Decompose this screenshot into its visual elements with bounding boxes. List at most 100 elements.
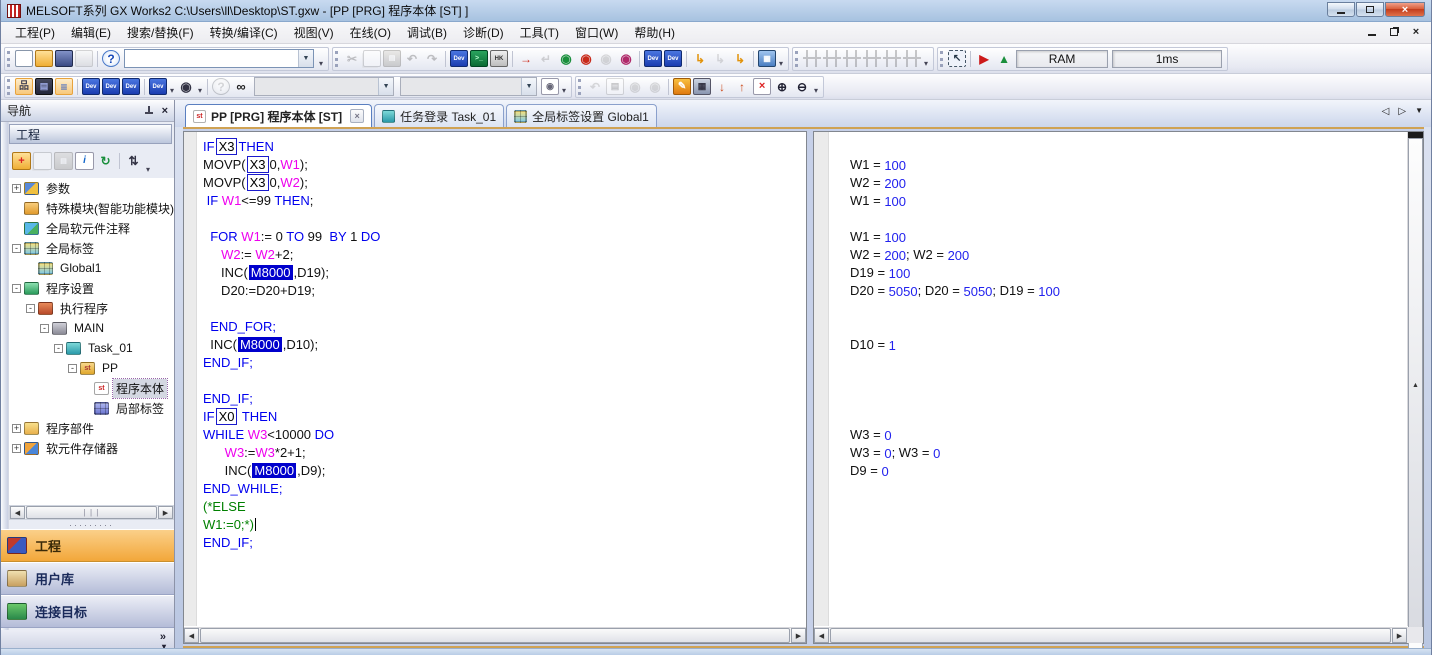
chevron-icon[interactable]: »: [160, 633, 166, 642]
tree-item-[interactable]: +程序部件: [9, 418, 174, 438]
tree-item-PP[interactable]: -stPP: [9, 358, 174, 378]
tab-Global1[interactable]: 全局标签设置 Global1: [506, 104, 657, 127]
scroll-thumb[interactable]: [200, 628, 790, 643]
toolbar-overflow-icon[interactable]: ▾: [814, 86, 818, 97]
tree-item-[interactable]: -执行程序: [9, 298, 174, 318]
menu-item-E[interactable]: 编辑(E): [63, 23, 119, 43]
monitor-stop-icon[interactable]: ◉: [577, 50, 595, 67]
dropdown-caret-icon[interactable]: ▾: [146, 165, 150, 176]
device-display-mode-icon[interactable]: Dev: [149, 78, 167, 95]
hardware-config-icon[interactable]: HK: [490, 50, 508, 67]
refresh-icon[interactable]: ↻: [96, 152, 115, 170]
tree-item-[interactable]: st程序本体: [9, 378, 174, 398]
stop-icon[interactable]: ▲: [995, 50, 1013, 67]
menu-item-H[interactable]: 帮助(H): [626, 23, 683, 43]
bookmark-icon[interactable]: ✎: [673, 78, 691, 95]
dropdown-caret-icon[interactable]: ▾: [170, 86, 174, 97]
scroll-right-icon[interactable]: ▶: [791, 628, 806, 643]
tree-expand-icon[interactable]: +: [12, 184, 21, 193]
menu-item-T[interactable]: 工具(T): [512, 23, 567, 43]
tree-expand-icon[interactable]: -: [40, 324, 49, 333]
restore-button[interactable]: [1356, 2, 1384, 17]
panel-splitter[interactable]: ·········: [9, 521, 174, 529]
tab-next-icon[interactable]: ▷: [1398, 106, 1406, 117]
scroll-up-icon[interactable]: ▲: [1408, 138, 1423, 632]
menu-item-D[interactable]: 诊断(D): [455, 23, 512, 43]
find-range-combo[interactable]: ▼: [400, 77, 537, 96]
scroll-thumb[interactable]: | | |: [26, 506, 157, 519]
menu-item-P[interactable]: 工程(P): [7, 23, 63, 43]
st-code-editor[interactable]: IFX3THENMOVP(X30,W1);MOVP(X30,W2); IF W1…: [198, 132, 806, 626]
combo-arrow-icon[interactable]: ▼: [521, 78, 536, 95]
pin-icon[interactable]: [144, 106, 154, 116]
toolbar-drag-handle[interactable]: [578, 79, 582, 95]
device-display-icon[interactable]: Dev: [644, 50, 662, 67]
tree-item-[interactable]: -全局标签: [9, 238, 174, 258]
minimize-button[interactable]: [1327, 2, 1355, 17]
sort-icon[interactable]: ⇅: [124, 152, 143, 170]
tree-item-[interactable]: +软元件存储器: [9, 438, 174, 458]
tree-expand-icon[interactable]: -: [12, 284, 21, 293]
mdi-restore-button[interactable]: [1387, 25, 1401, 38]
device-find-icon[interactable]: Dev: [82, 78, 100, 95]
toolbar-overflow-icon[interactable]: ▾: [779, 59, 783, 70]
toolbar-overflow-icon[interactable]: ▾: [319, 59, 323, 70]
mdi-close-button[interactable]: ×: [1409, 25, 1423, 38]
tree-item-MAIN[interactable]: -MAIN: [9, 318, 174, 338]
toolbar-drag-handle[interactable]: [7, 51, 11, 67]
combo-arrow-icon[interactable]: ▼: [298, 50, 313, 67]
tree-expand-icon[interactable]: +: [12, 424, 21, 433]
zoom-out-icon[interactable]: ⊖: [793, 78, 811, 95]
navigation-close-icon[interactable]: ×: [162, 105, 168, 117]
dock-button-用户库[interactable]: 用户库: [1, 562, 174, 595]
scroll-left-icon[interactable]: ◀: [184, 628, 199, 643]
menu-item-F[interactable]: 搜索/替换(F): [119, 23, 202, 43]
toolbar-overflow-icon[interactable]: ▾: [924, 59, 928, 70]
write-to-plc-icon[interactable]: →: [517, 50, 535, 67]
run-icon[interactable]: ▶: [975, 50, 993, 67]
tab-prev-icon[interactable]: ◁: [1382, 106, 1390, 117]
monitor-hscrollbar[interactable]: ◀ ▶: [814, 627, 1407, 643]
toolbar-drag-handle[interactable]: [795, 51, 799, 67]
tree-item-[interactable]: 全局软元件注释: [9, 218, 174, 238]
bookmark-next-icon[interactable]: ↓: [713, 78, 731, 95]
navigation-window-icon[interactable]: 品: [15, 78, 33, 95]
scroll-right-icon[interactable]: ▶: [158, 506, 173, 519]
output-window-icon[interactable]: ≡: [55, 78, 73, 95]
new-project-icon[interactable]: [15, 50, 33, 67]
menu-item-O[interactable]: 在线(O): [342, 23, 399, 43]
device-comment-icon[interactable]: Dev: [450, 50, 468, 67]
scroll-left-icon[interactable]: ◀: [814, 628, 829, 643]
navigation-hscrollbar[interactable]: ◀ | | | ▶: [9, 505, 174, 520]
device-search-icon[interactable]: ◉: [177, 78, 195, 95]
dock-button-工程[interactable]: 工程: [1, 529, 174, 562]
scroll-right-icon[interactable]: ▶: [1392, 628, 1407, 643]
tree-expand-icon[interactable]: +: [12, 444, 21, 453]
save-project-icon[interactable]: [55, 50, 73, 67]
tree-expand-icon[interactable]: -: [68, 364, 77, 373]
tree-item-[interactable]: -程序设置: [9, 278, 174, 298]
jump-source-icon[interactable]: ↳: [691, 50, 709, 67]
pc-monitor-icon[interactable]: ▦: [758, 50, 776, 67]
close-button[interactable]: ×: [1385, 2, 1425, 17]
tree-expand-icon[interactable]: -: [54, 344, 63, 353]
dropdown-caret-icon[interactable]: ▾: [198, 86, 202, 97]
zoom-in-icon[interactable]: ⊕: [773, 78, 791, 95]
element-selection-icon[interactable]: ▤: [35, 78, 53, 95]
select-mode-icon[interactable]: ↖: [948, 50, 966, 67]
tree-expand-icon[interactable]: -: [12, 244, 21, 253]
monitor-start-icon[interactable]: ◉: [557, 50, 575, 67]
dock-button-连接目标[interactable]: 连接目标: [1, 595, 174, 628]
scroll-thumb[interactable]: [830, 628, 1391, 643]
jump-next-icon[interactable]: ↳: [731, 50, 749, 67]
page-find-icon[interactable]: ◉: [541, 78, 559, 95]
device-display-off-icon[interactable]: Dev: [664, 50, 682, 67]
program-check-icon[interactable]: >_: [470, 50, 488, 67]
help-icon[interactable]: ?: [102, 50, 120, 67]
bookmark-delete-icon[interactable]: ×: [753, 78, 771, 95]
toolbar-drag-handle[interactable]: [7, 79, 11, 95]
bookmark-prev-icon[interactable]: ↑: [733, 78, 751, 95]
device-batch-icon[interactable]: Dev: [122, 78, 140, 95]
monitor-vscrollbar[interactable]: ▲ ▼: [1407, 132, 1423, 626]
menu-item-V[interactable]: 视图(V): [286, 23, 342, 43]
